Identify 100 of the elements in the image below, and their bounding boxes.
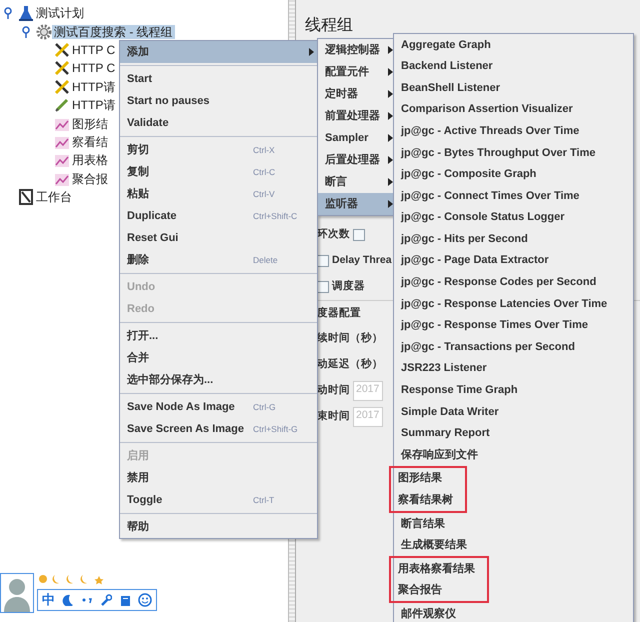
menu-item[interactable]: 后置处理器 xyxy=(318,149,396,171)
shortcut-text: Ctrl-C xyxy=(253,166,317,178)
tree-item[interactable]: 用表格 xyxy=(70,153,110,168)
menu-item[interactable]: Sampler xyxy=(318,127,396,149)
menu-item[interactable]: Save Node As Image Ctrl-G xyxy=(120,396,317,418)
menu-item[interactable]: 帮助 xyxy=(120,516,317,538)
shortcut-text: Ctrl+Shift-C xyxy=(253,210,317,222)
menu-item[interactable]: Summary Report xyxy=(394,422,633,444)
shortcut-text: Ctrl-T xyxy=(253,494,317,506)
menu-item[interactable]: 邮件观察仪 xyxy=(394,603,633,622)
submenu-arrow-icon xyxy=(388,178,393,186)
menu-item[interactable]: jp@gc - Response Times Over Time xyxy=(394,314,633,336)
menu-item[interactable]: jp@gc - Connect Times Over Time xyxy=(394,185,633,207)
menu-item[interactable]: 图形结果 xyxy=(391,468,453,490)
menu-item[interactable]: Duplicate Ctrl+Shift-C xyxy=(120,205,317,227)
menu-item[interactable]: 定时器 xyxy=(318,83,396,105)
menu-item[interactable]: 断言 xyxy=(318,171,396,193)
menu-item[interactable]: 聚合报告 xyxy=(391,580,475,602)
submenu-arrow-icon xyxy=(388,68,393,76)
menu-item[interactable]: Toggle Ctrl-T xyxy=(120,489,317,511)
menu-item[interactable]: 添加 xyxy=(120,41,317,63)
gear-icon xyxy=(36,24,52,40)
menu-item[interactable]: Start no pauses xyxy=(120,90,317,112)
menu-item[interactable]: jp@gc - Active Threads Over Time xyxy=(394,120,633,142)
wrench-icon[interactable] xyxy=(100,594,112,606)
menu-item[interactable]: jp@gc - Console Status Logger xyxy=(394,206,633,228)
menu-item[interactable]: Response Time Graph xyxy=(394,380,633,402)
tools-icon xyxy=(54,78,70,95)
menu-item[interactable]: 禁用 xyxy=(120,467,317,489)
shortcut-text: Delete xyxy=(253,254,317,266)
panel-title: 线程组 xyxy=(305,16,354,36)
submenu-arrow-icon xyxy=(388,112,393,120)
clipboard-icon xyxy=(18,189,34,206)
menu-item[interactable]: 保存响应到文件 xyxy=(394,444,633,466)
menu-item[interactable]: 粘贴 Ctrl-V xyxy=(120,183,317,205)
checkbox[interactable] xyxy=(317,281,329,293)
menu-item[interactable]: 复制 Ctrl-C xyxy=(120,161,317,183)
tree-item[interactable]: 测试百度搜索 - 线程组 xyxy=(52,24,175,39)
field-label: Delay Threa xyxy=(332,253,392,268)
flask-icon xyxy=(18,5,34,22)
chart-icon xyxy=(54,152,70,168)
menu-item[interactable]: Comparison Assertion Visualizer xyxy=(394,98,633,120)
menu-item[interactable]: Reset Gui xyxy=(120,227,317,249)
checkbox[interactable] xyxy=(317,255,329,267)
shortcut-text: Ctrl-G xyxy=(253,400,317,414)
submenu-arrow-icon xyxy=(388,134,393,142)
menu-item[interactable]: jp@gc - Response Latencies Over Time xyxy=(394,293,633,315)
tree-item[interactable]: 图形结 xyxy=(70,116,110,131)
menu-item[interactable]: jp@gc - Composite Graph xyxy=(394,164,633,186)
submenu-arrow-icon xyxy=(388,46,393,54)
tree-item[interactable]: HTTP C xyxy=(70,42,118,57)
menu-item[interactable]: Validate xyxy=(120,112,317,134)
tree-item[interactable]: HTTP请 xyxy=(70,80,118,94)
menu-item[interactable]: jp@gc - Page Data Extractor xyxy=(394,250,633,272)
menu-item[interactable]: 合并 xyxy=(120,347,317,369)
mode-toggle[interactable]: 中 xyxy=(42,590,55,610)
shortcut-text: Ctrl+Shift-G xyxy=(253,422,317,436)
smiley-icon[interactable] xyxy=(138,593,152,607)
menu-item[interactable]: 打开... xyxy=(120,325,317,347)
field-label: 动延迟（秒） xyxy=(317,357,383,372)
menu-item[interactable]: 前置处理器 xyxy=(318,105,396,127)
menu-item[interactable]: 断言结果 xyxy=(394,513,633,535)
field-label: 调度器 xyxy=(332,279,365,294)
tree-item[interactable]: 测试计划 xyxy=(34,6,86,20)
checkbox[interactable] xyxy=(353,229,365,241)
menu-item[interactable]: BeanShell Listener xyxy=(394,77,633,99)
submenu-arrow-icon xyxy=(388,156,393,164)
tree-item[interactable]: HTTP请 xyxy=(70,98,118,112)
menu-item[interactable]: 生成概要结果 xyxy=(394,534,633,556)
menu-item[interactable]: Aggregate Graph xyxy=(394,34,633,56)
pen-icon xyxy=(54,97,70,114)
menu-item[interactable]: 删除 Delete xyxy=(120,249,317,271)
tree-item[interactable]: 察看结 xyxy=(70,134,110,149)
tools-icon xyxy=(54,42,70,58)
menu-item[interactable]: jp@gc - Response Codes per Second xyxy=(394,272,633,294)
menu-item[interactable]: 选中部分保存为... xyxy=(120,369,317,391)
menu-item[interactable]: JSR223 Listener xyxy=(394,358,633,380)
menu-item[interactable]: 察看结果树 xyxy=(391,489,453,512)
menu-item[interactable]: jp@gc - Hits per Second xyxy=(394,228,633,250)
shortcut-text: Ctrl-V xyxy=(253,188,317,200)
field-label: 动时间 xyxy=(317,383,350,398)
menu-item[interactable]: 用表格察看结果 xyxy=(391,558,475,580)
menu-item[interactable]: 监听器 xyxy=(318,193,396,215)
menu-item[interactable]: 剪切 Ctrl-X xyxy=(120,139,317,161)
clipboard-icon[interactable] xyxy=(119,594,131,606)
field-label: 束时间 xyxy=(317,409,350,424)
menu-item[interactable]: Backend Listener xyxy=(394,56,633,78)
tree-item[interactable]: 聚合报 xyxy=(70,172,110,186)
menu-item[interactable]: Start xyxy=(120,68,317,90)
menu-item[interactable]: Save Screen As Image Ctrl+Shift-G xyxy=(120,418,317,440)
menu-item[interactable]: Simple Data Writer xyxy=(394,401,633,423)
tree-item[interactable]: 工作台 xyxy=(34,190,74,204)
menu-item[interactable]: 逻辑控制器 xyxy=(318,39,396,61)
tools-icon xyxy=(54,60,70,76)
moon-icon[interactable] xyxy=(62,594,74,606)
menu-item[interactable]: jp@gc - Transactions per Second xyxy=(394,336,633,358)
menu-item[interactable]: jp@gc - Bytes Throughput Over Time xyxy=(394,142,633,164)
tree-item[interactable]: HTTP C xyxy=(70,61,118,76)
submenu-arrow-icon xyxy=(309,48,314,56)
menu-item[interactable]: 配置元件 xyxy=(318,61,396,83)
